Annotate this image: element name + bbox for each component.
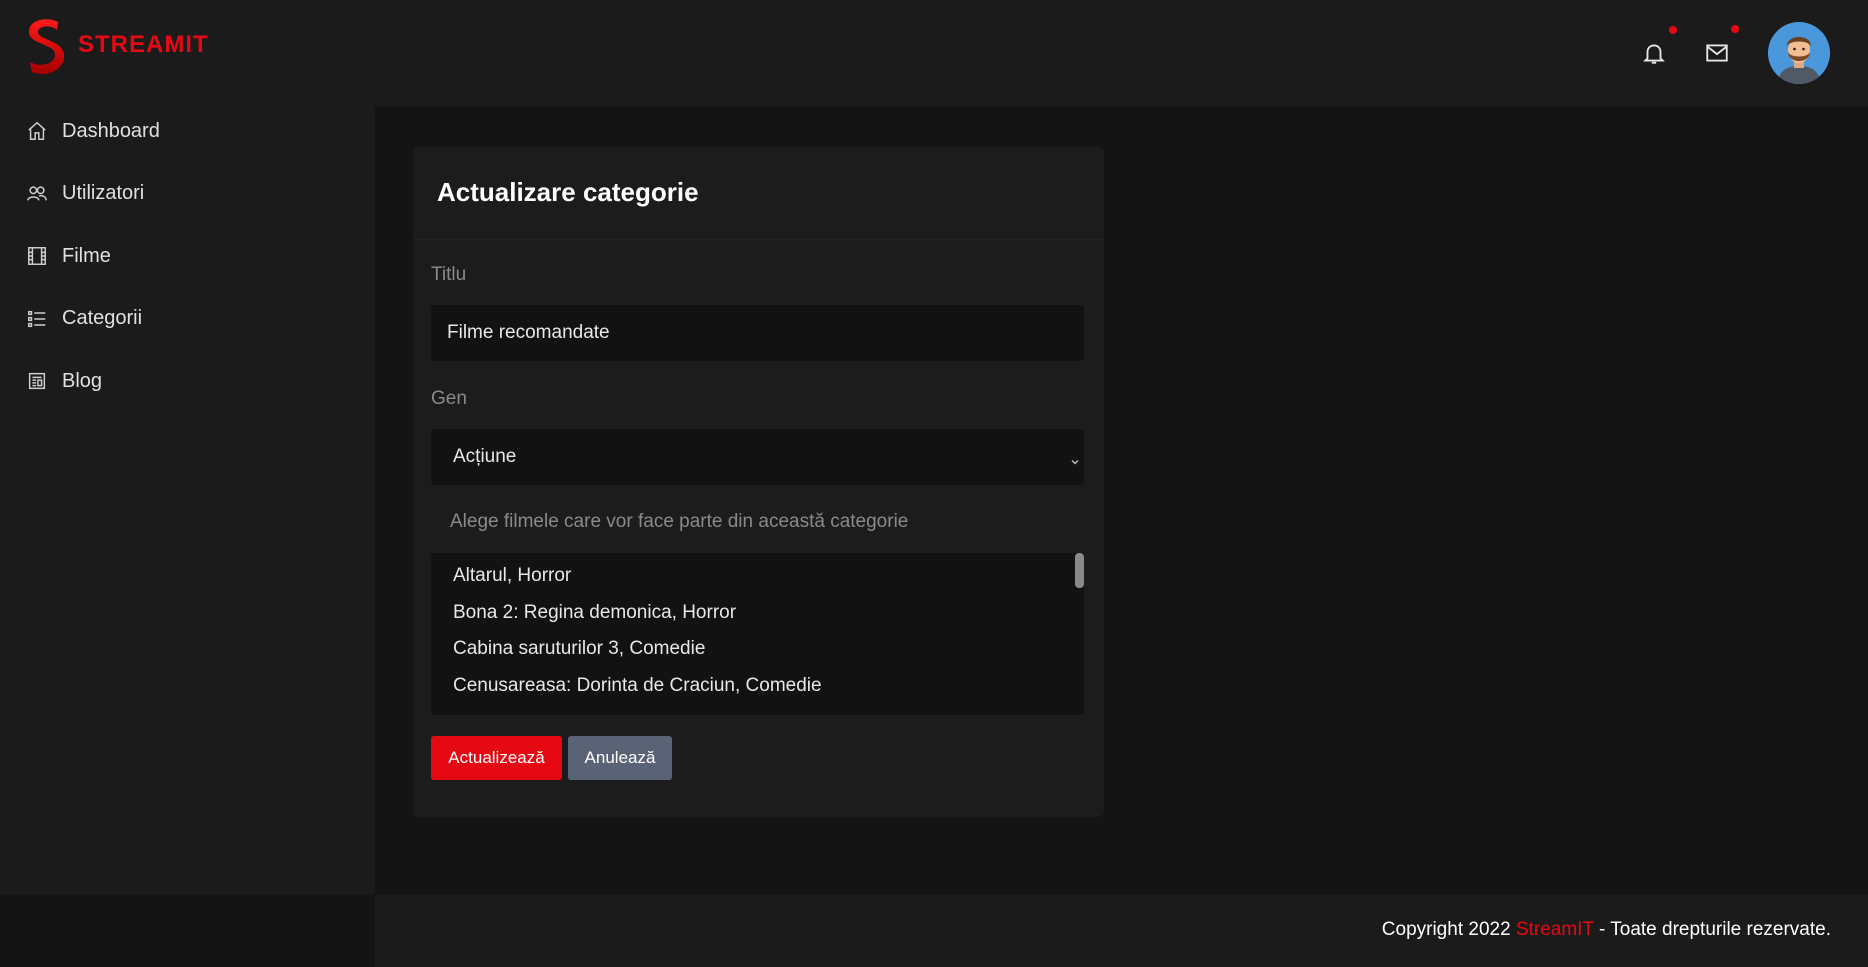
sidebar: STREAMIT Dashboard Utilizatori Filme Cat… <box>0 0 375 967</box>
bell-icon[interactable] <box>1641 40 1669 68</box>
genre-select[interactable]: Acțiune <box>431 429 1084 485</box>
list-icon <box>26 308 48 330</box>
message-dot <box>1731 25 1739 33</box>
title-label: Titlu <box>431 264 467 285</box>
notification-dot <box>1669 26 1677 34</box>
page-title: Actualizare categorie <box>437 177 699 207</box>
streamit-logo-icon <box>28 19 65 74</box>
cancel-button[interactable]: Anulează <box>568 736 672 780</box>
sidebar-item-label: Utilizatori <box>62 182 145 205</box>
users-icon <box>26 183 48 205</box>
update-category-card: Actualizare categorie Titlu Filme recoma… <box>413 147 1104 817</box>
copyright-suffix: - Toate drepturile rezervate. <box>1593 919 1831 940</box>
sidebar-item-label: Dashboard <box>62 119 160 142</box>
list-item[interactable]: Cabina saruturilor 3, Comedie <box>453 638 705 660</box>
film-icon <box>26 245 48 267</box>
movies-hint: Alege filmele care vor face parte din ac… <box>450 511 909 532</box>
copyright-text: Copyright 2022 StreamIT - Toate drepturi… <box>1382 919 1831 941</box>
sidebar-item-utilizatori[interactable]: Utilizatori <box>0 163 375 226</box>
copyright-prefix: Copyright 2022 <box>1381 919 1516 940</box>
movies-multiselect[interactable]: Altarul, Horror Bona 2: Regina demonica,… <box>431 553 1084 715</box>
footer-left-area <box>0 895 375 967</box>
update-button[interactable]: Actualizează <box>431 736 562 780</box>
sidebar-item-label: Blog <box>62 369 103 392</box>
mail-icon[interactable] <box>1704 40 1732 68</box>
genre-select-value: Acțiune <box>453 446 517 467</box>
genre-label: Gen <box>431 388 467 409</box>
newspaper-icon <box>26 370 48 392</box>
title-input-value: Filme recomandate <box>447 322 610 343</box>
sidebar-item-filme[interactable]: Filme <box>0 225 375 288</box>
sidebar-item-label: Filme <box>62 244 111 267</box>
sidebar-item-blog[interactable]: Blog <box>0 350 375 413</box>
home-icon <box>26 120 48 142</box>
scrollbar-thumb[interactable] <box>1075 553 1084 588</box>
list-item[interactable]: Cenusareasa: Dorinta de Craciun, Comedie <box>453 675 822 697</box>
sidebar-item-dashboard[interactable]: Dashboard <box>0 100 375 163</box>
logo[interactable]: STREAMIT <box>24 18 209 75</box>
sidebar-item-label: Categorii <box>62 307 143 330</box>
list-item[interactable]: Bona 2: Regina demonica, Horror <box>453 602 736 624</box>
user-avatar[interactable] <box>1768 22 1830 84</box>
chevron-down-icon <box>1070 451 1080 465</box>
sidebar-nav: Dashboard Utilizatori Filme Categorii Bl… <box>0 100 375 413</box>
divider <box>413 239 1104 240</box>
sidebar-item-categorii[interactable]: Categorii <box>0 288 375 351</box>
title-input[interactable]: Filme recomandate <box>431 305 1084 361</box>
list-item[interactable]: Altarul, Horror <box>453 565 571 587</box>
avatar-icon <box>1768 22 1830 84</box>
footer-brand-link[interactable]: StreamIT <box>1516 919 1594 940</box>
footer: Copyright 2022 StreamIT - Toate drepturi… <box>0 895 1868 967</box>
brand-name: STREAMIT <box>78 30 209 58</box>
